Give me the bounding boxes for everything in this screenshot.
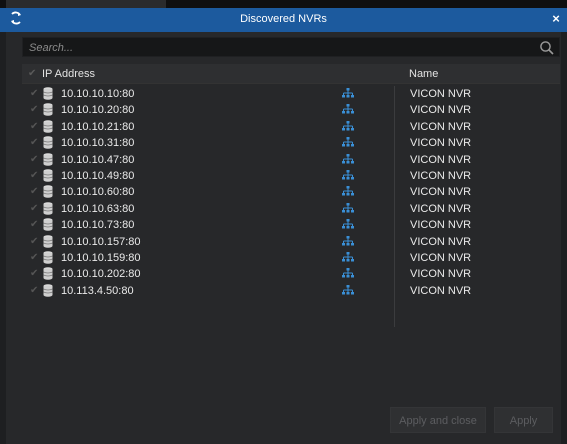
row-checkbox[interactable]: ✔ (30, 203, 38, 214)
row-checkbox[interactable]: ✔ (30, 285, 38, 296)
row-name: VICON NVR (410, 186, 472, 199)
row-checkbox[interactable]: ✔ (30, 88, 38, 99)
row-name: VICON NVR (410, 88, 472, 100)
search-icon[interactable] (539, 40, 555, 56)
close-icon[interactable]: × (548, 10, 564, 28)
table-header: ✔ IP Address Name (22, 64, 560, 84)
database-icon (43, 267, 53, 280)
database-icon (43, 169, 53, 182)
table-row[interactable]: ✔ 10.10.10.49:80 VICON NVR (22, 168, 560, 184)
row-ip-address: 10.10.10.60:80 (61, 186, 135, 199)
network-icon (342, 169, 354, 181)
row-ip-address: 10.10.10.159:80 (61, 251, 141, 264)
row-ip-address: 10.10.10.10:80 (61, 88, 135, 100)
apply-and-close-button[interactable]: Apply and close (390, 407, 486, 433)
table-row[interactable]: ✔ 10.10.10.47:80 VICON NVR (22, 152, 560, 168)
database-icon (43, 120, 53, 133)
network-icon (342, 153, 354, 165)
database-icon (43, 234, 53, 248)
table-row[interactable]: ✔ 10.10.10.60:80 VICON NVR (22, 184, 560, 200)
row-checkbox[interactable]: ✔ (30, 186, 38, 197)
table-rows: ✔ 10.10.10.10:80 VICON NVR ✔ 10.10.10.20:80 V… (22, 86, 560, 299)
row-name: VICON NVR (410, 169, 472, 182)
database-icon (43, 152, 53, 166)
database-icon (43, 87, 53, 100)
top-strip (0, 0, 567, 8)
network-icon (342, 120, 354, 132)
row-checkbox[interactable]: ✔ (30, 236, 38, 247)
database-icon (43, 136, 53, 149)
dialog-title: Discovered NVRs (240, 13, 327, 25)
header-ip-address[interactable]: IP Address (42, 68, 95, 80)
row-checkbox[interactable]: ✔ (30, 268, 38, 279)
database-icon (43, 218, 53, 231)
row-checkbox[interactable]: ✔ (30, 154, 38, 165)
select-all-checkbox[interactable]: ✔ (28, 68, 36, 79)
row-checkbox[interactable]: ✔ (30, 104, 38, 115)
row-name: VICON NVR (410, 202, 472, 215)
table-row[interactable]: ✔ 10.10.10.73:80 VICON NVR (22, 217, 560, 233)
row-name: VICON NVR (410, 284, 472, 297)
table-row[interactable]: ✔ 10.10.10.31:80 VICON NVR (22, 135, 560, 151)
network-icon (342, 137, 354, 148)
row-ip-address: 10.10.10.21:80 (61, 120, 135, 133)
row-checkbox[interactable]: ✔ (30, 137, 38, 148)
row-ip-address: 10.113.4.50:80 (61, 284, 134, 297)
row-name: VICON NVR (410, 104, 472, 117)
row-name: VICON NVR (410, 120, 472, 133)
table-row[interactable]: ✔ 10.10.10.20:80 VICON NVR (22, 102, 560, 118)
apply-button[interactable]: Apply (494, 407, 553, 433)
table-row[interactable]: ✔ 10.10.10.63:80 VICON NVR (22, 201, 560, 217)
database-icon (43, 202, 53, 215)
database-icon (43, 283, 53, 297)
network-icon (342, 235, 354, 247)
network-icon (342, 284, 354, 296)
dialog-content: ✔ IP Address Name ✔ 10.10.10.10:80 VICON N… (6, 32, 561, 444)
row-checkbox[interactable]: ✔ (30, 170, 38, 181)
row-name: VICON NVR (410, 137, 472, 150)
table-row[interactable]: ✔ 10.10.10.157:80 VICON NVR (22, 234, 560, 250)
table-row[interactable]: ✔ 10.10.10.159:80 VICON NVR (22, 250, 560, 266)
row-checkbox[interactable]: ✔ (30, 252, 38, 263)
table-row[interactable]: ✔ 10.10.10.21:80 VICON NVR (22, 119, 560, 135)
network-icon (342, 186, 354, 197)
network-icon (342, 202, 354, 214)
row-name: VICON NVR (410, 153, 472, 166)
header-name[interactable]: Name (409, 68, 438, 80)
title-bar: Discovered NVRs × (0, 8, 567, 32)
network-icon (342, 219, 354, 230)
database-icon (43, 185, 53, 199)
row-ip-address: 10.10.10.157:80 (61, 235, 141, 248)
nvr-table: ✔ IP Address Name ✔ 10.10.10.10:80 VICON N… (22, 64, 560, 334)
network-icon (342, 88, 354, 99)
row-name: VICON NVR (410, 251, 472, 264)
table-row[interactable]: ✔ 10.113.4.50:80 VICON NVR (22, 283, 560, 299)
row-ip-address: 10.10.10.49:80 (61, 169, 135, 182)
row-ip-address: 10.10.10.20:80 (61, 104, 135, 117)
row-name: VICON NVR (410, 235, 472, 248)
network-icon (342, 268, 354, 279)
row-ip-address: 10.10.10.202:80 (61, 268, 141, 281)
row-name: VICON NVR (410, 268, 472, 281)
network-icon (342, 104, 354, 115)
table-row[interactable]: ✔ 10.10.10.202:80 VICON NVR (22, 266, 560, 282)
row-ip-address: 10.10.10.73:80 (61, 219, 135, 232)
row-ip-address: 10.10.10.63:80 (61, 202, 135, 215)
row-checkbox[interactable]: ✔ (30, 121, 38, 132)
row-ip-address: 10.10.10.31:80 (61, 137, 135, 150)
row-ip-address: 10.10.10.47:80 (61, 153, 135, 166)
search-box[interactable] (22, 37, 560, 57)
row-checkbox[interactable]: ✔ (30, 219, 38, 230)
database-icon (43, 251, 53, 264)
search-input[interactable] (29, 40, 529, 55)
database-icon (43, 103, 53, 117)
network-icon (342, 251, 354, 263)
row-name: VICON NVR (410, 219, 472, 232)
discovered-nvrs-dialog: Discovered NVRs × ✔ IP Address Name ✔ 10.… (0, 0, 567, 444)
table-row[interactable]: ✔ 10.10.10.10:80 VICON NVR (22, 86, 560, 102)
